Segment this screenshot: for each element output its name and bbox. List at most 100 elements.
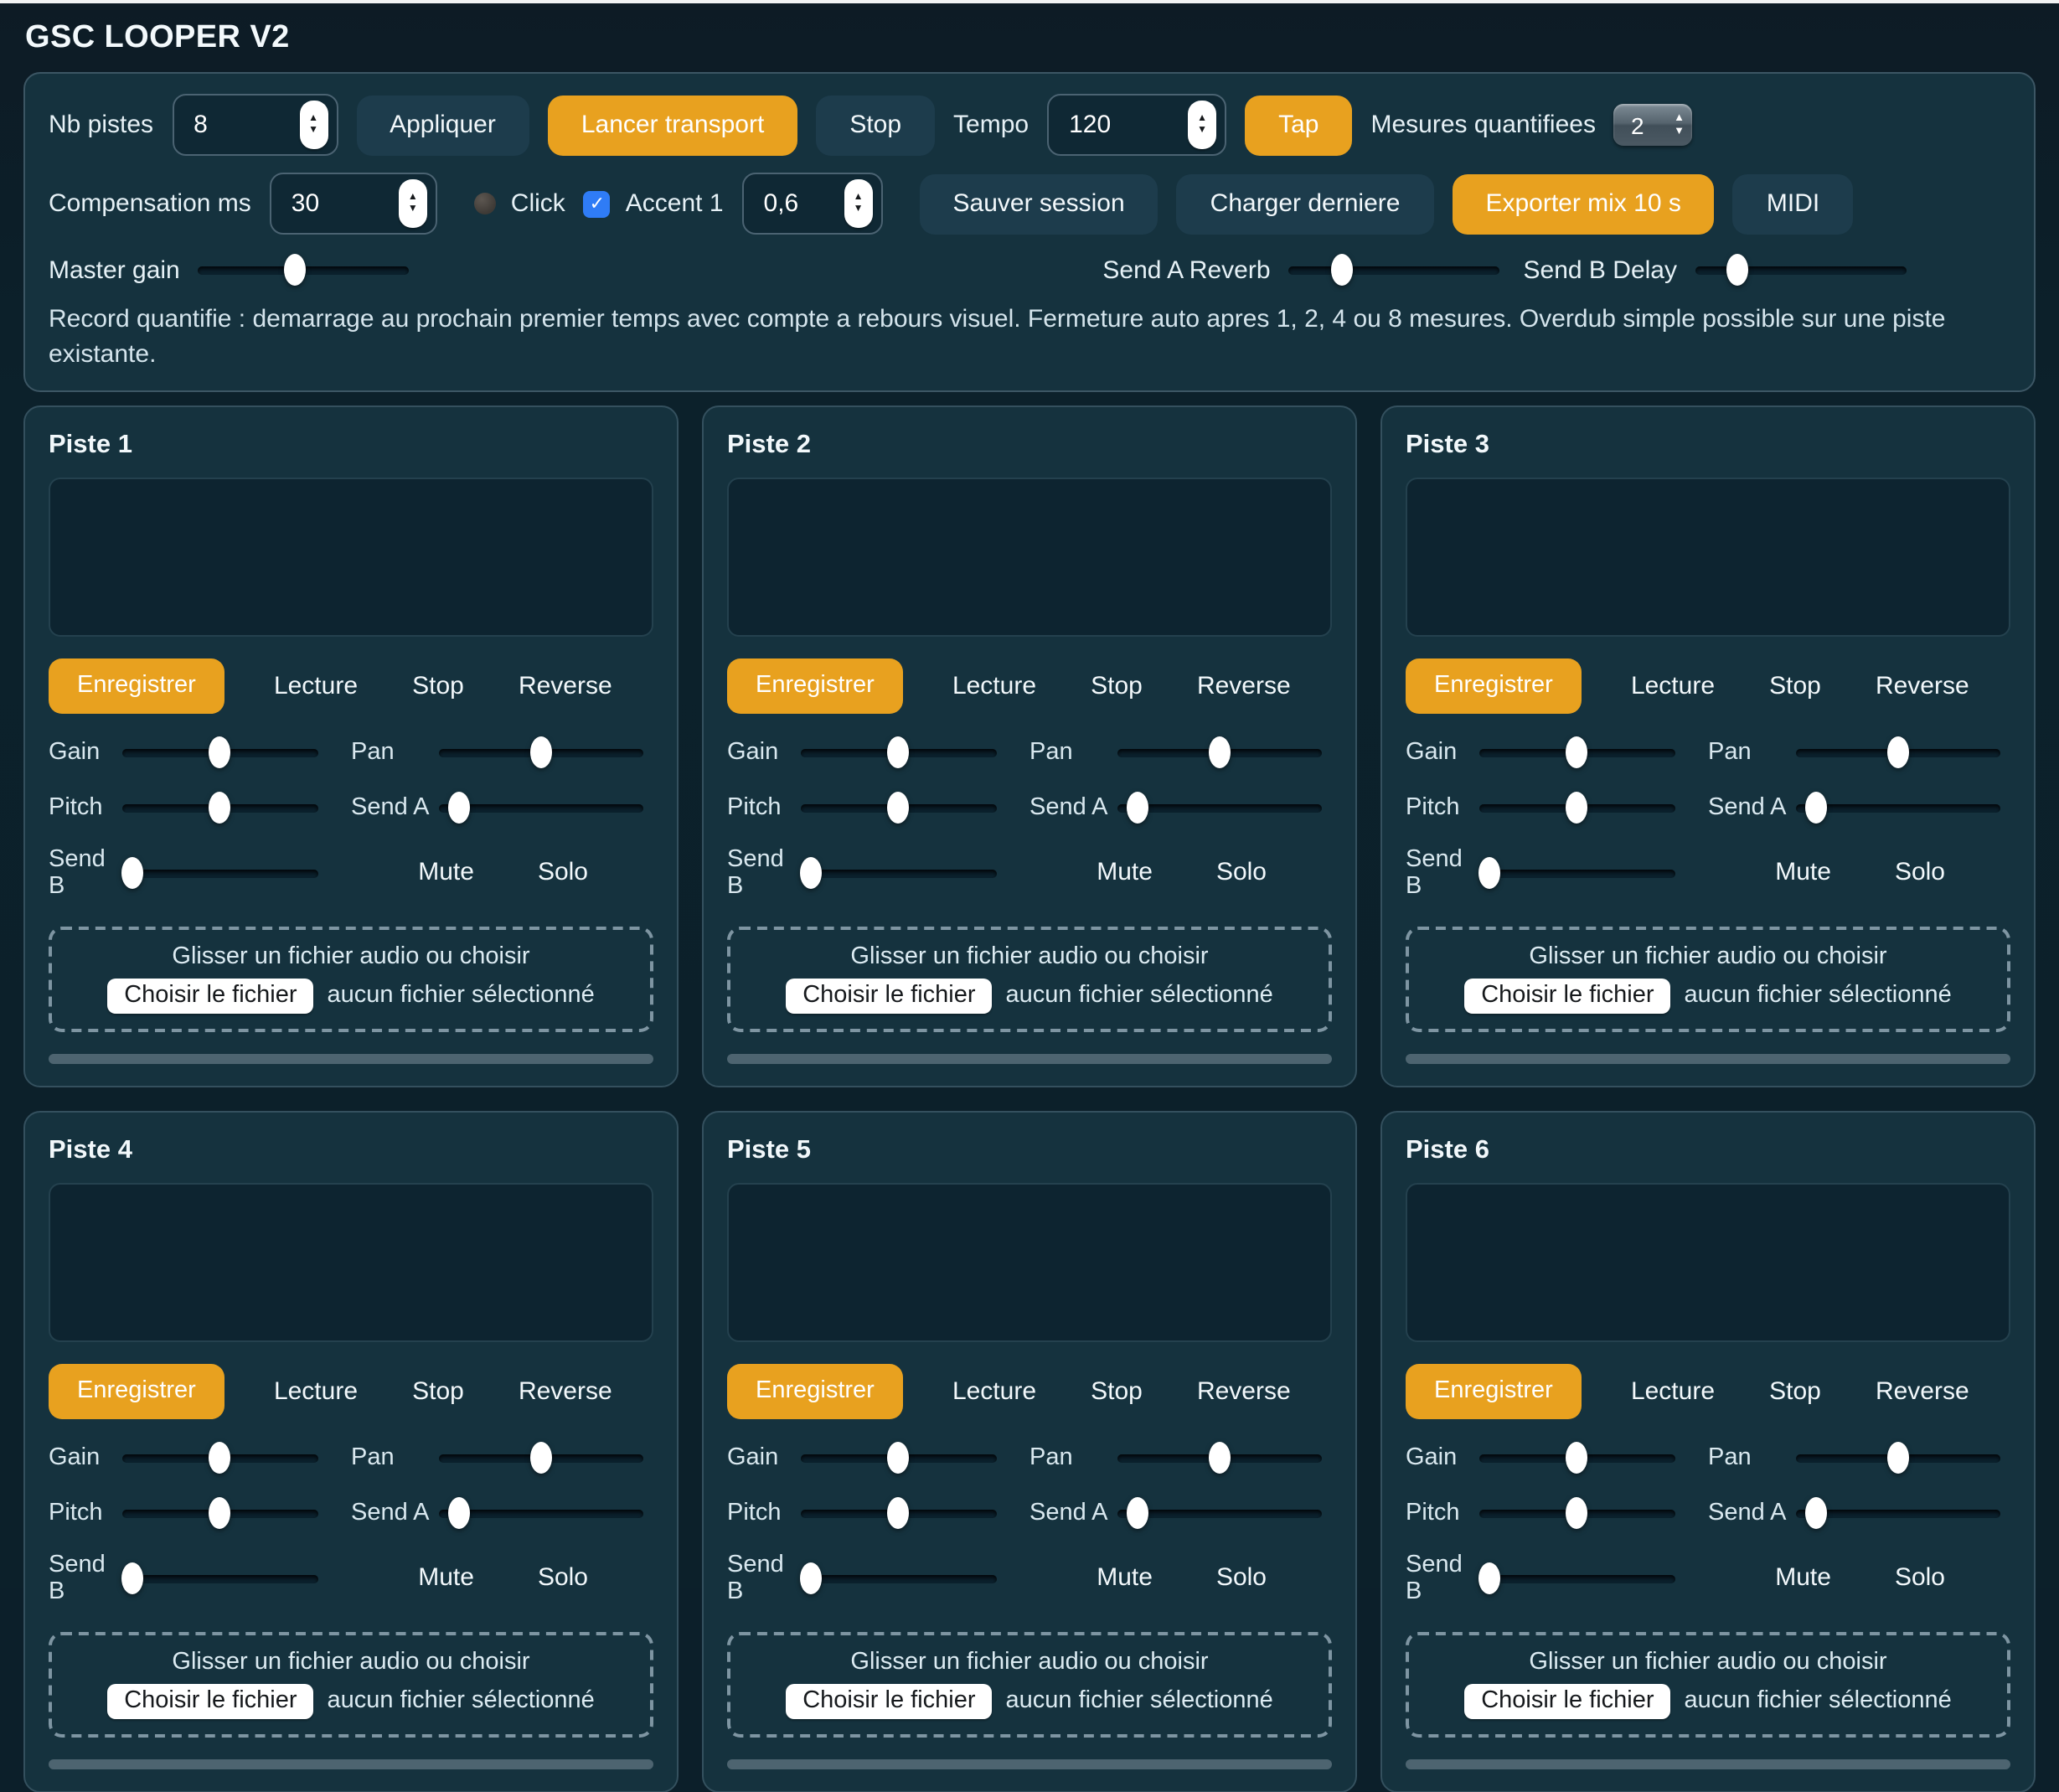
slider-thumb[interactable] (1478, 856, 1500, 888)
slider-thumb[interactable] (888, 736, 910, 767)
gain-slider[interactable] (801, 735, 996, 768)
compensation-value[interactable] (292, 189, 399, 218)
record-button[interactable]: Enregistrer (1406, 1363, 1582, 1418)
send-a-slider[interactable] (438, 790, 643, 824)
slider-thumb[interactable] (448, 791, 470, 823)
reverse-button[interactable]: Reverse (1192, 671, 1296, 700)
pan-slider[interactable] (438, 735, 643, 768)
slider-thumb[interactable] (209, 791, 231, 823)
slider-track[interactable] (801, 1574, 996, 1583)
stepper-down-icon[interactable]: ▼ (854, 204, 864, 215)
slider-thumb[interactable] (530, 1441, 552, 1473)
slider-track[interactable] (1289, 266, 1500, 275)
send-b-slider[interactable] (122, 1561, 317, 1594)
slider-thumb[interactable] (1209, 1441, 1231, 1473)
reverse-button[interactable]: Reverse (513, 671, 617, 700)
stepper-down-icon[interactable]: ▼ (308, 125, 318, 137)
slider-track[interactable] (1479, 1574, 1675, 1583)
gain-slider[interactable] (801, 1440, 996, 1474)
record-button[interactable]: Enregistrer (727, 658, 903, 713)
mute-button[interactable]: Mute (1770, 858, 1836, 886)
solo-button[interactable]: Solo (1211, 858, 1272, 886)
slider-thumb[interactable] (1209, 736, 1231, 767)
play-button[interactable]: Lecture (269, 1376, 363, 1405)
stepper-up-icon[interactable]: ▲ (308, 113, 318, 125)
stepper-up-icon[interactable]: ▲ (408, 192, 418, 204)
stop-button[interactable]: Stop (1086, 1376, 1148, 1405)
slider-thumb[interactable] (530, 736, 552, 767)
master-gain-slider[interactable] (199, 253, 410, 287)
stepper-icon[interactable]: ▲ ▼ (1188, 101, 1216, 149)
mute-button[interactable]: Mute (413, 858, 479, 886)
send-b-delay-slider[interactable] (1695, 253, 1907, 287)
slider-thumb[interactable] (1566, 1441, 1588, 1473)
stepper-up-icon[interactable]: ▲ (1197, 113, 1207, 125)
file-dropzone[interactable]: Glisser un fichier audio ou choisir Choi… (727, 1631, 1332, 1737)
reverse-button[interactable]: Reverse (513, 1376, 617, 1405)
slider-thumb[interactable] (209, 1441, 231, 1473)
mesures-select[interactable]: 2 ▲▼ (1614, 104, 1693, 146)
file-dropzone[interactable]: Glisser un fichier audio ou choisir Choi… (1406, 1631, 2010, 1737)
pan-slider[interactable] (1117, 735, 1322, 768)
solo-button[interactable]: Solo (1890, 1563, 1950, 1592)
file-dropzone[interactable]: Glisser un fichier audio ou choisir Choi… (727, 926, 1332, 1031)
slider-thumb[interactable] (285, 254, 307, 286)
stop-button[interactable]: Stop (1086, 671, 1148, 700)
play-button[interactable]: Lecture (269, 671, 363, 700)
pan-slider[interactable] (1795, 1440, 2000, 1474)
stepper-icon[interactable]: ▲ ▼ (399, 179, 427, 228)
stepper-down-icon[interactable]: ▼ (408, 204, 418, 215)
send-b-slider[interactable] (801, 855, 996, 889)
play-button[interactable]: Lecture (947, 671, 1041, 700)
slider-thumb[interactable] (209, 1496, 231, 1528)
nb-pistes-value[interactable] (194, 111, 299, 139)
choose-file-button[interactable]: Choisir le fichier (107, 1683, 313, 1718)
send-a-reverb-slider[interactable] (1289, 253, 1500, 287)
pan-slider[interactable] (1795, 735, 2000, 768)
solo-button[interactable]: Solo (533, 858, 593, 886)
lancer-transport-button[interactable]: Lancer transport (548, 95, 797, 155)
send-a-slider[interactable] (1117, 790, 1322, 824)
tempo-input[interactable]: ▲ ▼ (1047, 94, 1226, 156)
pitch-slider[interactable] (801, 790, 996, 824)
record-button[interactable]: Enregistrer (727, 1363, 903, 1418)
file-dropzone[interactable]: Glisser un fichier audio ou choisir Choi… (49, 926, 653, 1031)
stop-button[interactable]: Stop (407, 671, 469, 700)
stepper-icon[interactable]: ▲ ▼ (299, 101, 328, 149)
stop-button[interactable]: Stop (1764, 671, 1826, 700)
slider-thumb[interactable] (209, 736, 231, 767)
record-button[interactable]: Enregistrer (49, 1363, 224, 1418)
record-button[interactable]: Enregistrer (49, 658, 224, 713)
pitch-slider[interactable] (1479, 790, 1675, 824)
pan-slider[interactable] (1117, 1440, 1322, 1474)
accent-input[interactable]: ▲ ▼ (742, 173, 883, 235)
solo-button[interactable]: Solo (533, 1563, 593, 1592)
slider-thumb[interactable] (1127, 1496, 1148, 1528)
mute-button[interactable]: Mute (1091, 858, 1158, 886)
slider-thumb[interactable] (1127, 791, 1148, 823)
compensation-input[interactable]: ▲ ▼ (270, 173, 437, 235)
file-dropzone[interactable]: Glisser un fichier audio ou choisir Choi… (1406, 926, 2010, 1031)
slider-thumb[interactable] (800, 1562, 822, 1593)
slider-thumb[interactable] (1331, 254, 1353, 286)
slider-thumb[interactable] (1887, 736, 1909, 767)
slider-thumb[interactable] (1566, 791, 1588, 823)
exporter-mix-button[interactable]: Exporter mix 10 s (1452, 173, 1714, 234)
choose-file-button[interactable]: Choisir le fichier (1464, 978, 1670, 1013)
choose-file-button[interactable]: Choisir le fichier (107, 978, 313, 1013)
tap-tempo-button[interactable]: Tap (1245, 95, 1352, 155)
reverse-button[interactable]: Reverse (1871, 671, 1974, 700)
slider-thumb[interactable] (448, 1496, 470, 1528)
send-b-slider[interactable] (1479, 1561, 1675, 1594)
slider-thumb[interactable] (1478, 1562, 1500, 1593)
mute-button[interactable]: Mute (1770, 1563, 1836, 1592)
stop-transport-button[interactable]: Stop (816, 95, 935, 155)
stop-button[interactable]: Stop (1764, 1376, 1826, 1405)
solo-button[interactable]: Solo (1211, 1563, 1272, 1592)
choose-file-button[interactable]: Choisir le fichier (786, 1683, 992, 1718)
reverse-button[interactable]: Reverse (1192, 1376, 1296, 1405)
send-b-slider[interactable] (1479, 855, 1675, 889)
slider-thumb[interactable] (1887, 1441, 1909, 1473)
choose-file-button[interactable]: Choisir le fichier (1464, 1683, 1670, 1718)
slider-thumb[interactable] (1566, 1496, 1588, 1528)
